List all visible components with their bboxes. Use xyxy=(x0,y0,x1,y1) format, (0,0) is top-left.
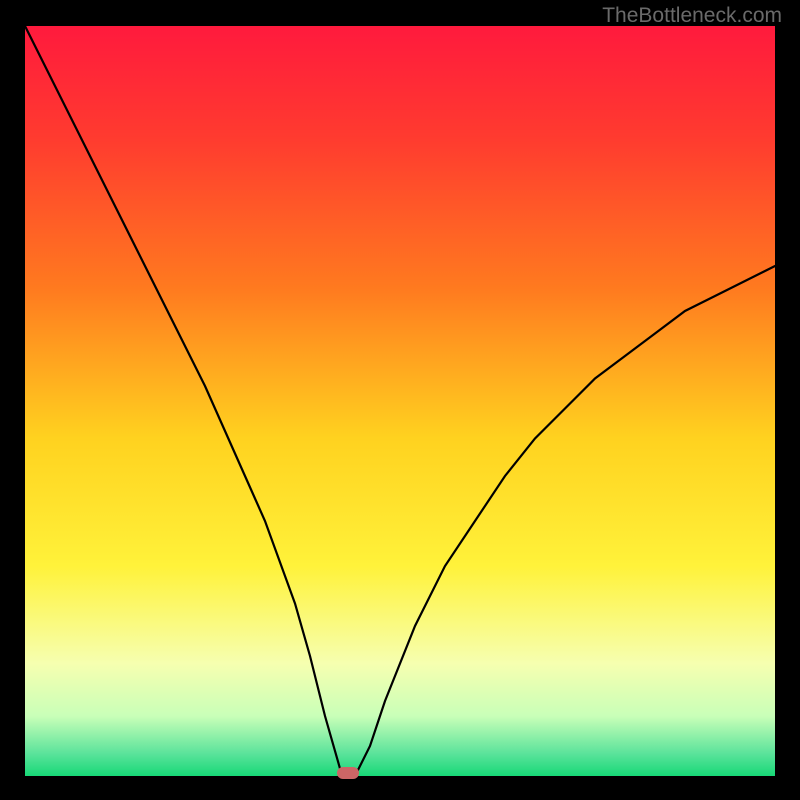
chart-plot-area xyxy=(25,26,775,776)
minimum-marker xyxy=(337,767,359,779)
watermark-text: TheBottleneck.com xyxy=(602,4,782,28)
chart-svg xyxy=(25,26,775,776)
